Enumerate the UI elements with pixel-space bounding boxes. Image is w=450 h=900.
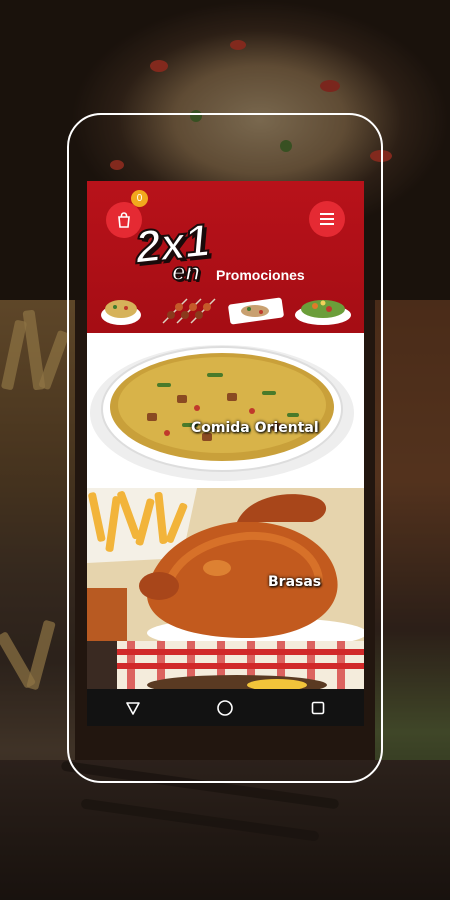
dish-salad-image xyxy=(295,300,351,325)
recents-button[interactable] xyxy=(298,694,338,722)
promotions-label: Promociones xyxy=(216,267,305,283)
menu-button[interactable] xyxy=(309,201,345,237)
shopping-bag-icon xyxy=(118,212,130,228)
roast-chicken-image xyxy=(87,488,364,641)
app-screen: 0 2x1 en Promociones Comida Oriental Bra… xyxy=(87,181,364,726)
cart-count-badge: 0 xyxy=(131,190,148,207)
promo-en-text: en xyxy=(171,258,201,287)
grill-tablecloth-image xyxy=(87,641,364,689)
home-button[interactable] xyxy=(205,694,245,722)
category-card-brasas[interactable]: Brasas xyxy=(87,488,364,641)
circle-home-icon xyxy=(217,699,234,716)
promo-header: 0 2x1 en Promociones xyxy=(87,181,364,333)
back-button[interactable] xyxy=(113,694,153,722)
dish-rice-image xyxy=(101,300,141,325)
oriental-food-image xyxy=(90,345,354,481)
category-label-brasas: Brasas xyxy=(268,574,322,590)
dish-plate-image xyxy=(228,297,284,325)
square-recents-icon xyxy=(311,701,325,714)
triangle-back-icon xyxy=(126,701,140,715)
hamburger-menu-icon xyxy=(320,213,334,225)
android-nav-bar xyxy=(87,689,364,726)
category-card-grill[interactable] xyxy=(87,641,364,689)
category-card-oriental[interactable]: Comida Oriental xyxy=(87,333,364,488)
category-label-oriental: Comida Oriental xyxy=(191,420,319,436)
dish-skewers-image xyxy=(162,298,216,324)
